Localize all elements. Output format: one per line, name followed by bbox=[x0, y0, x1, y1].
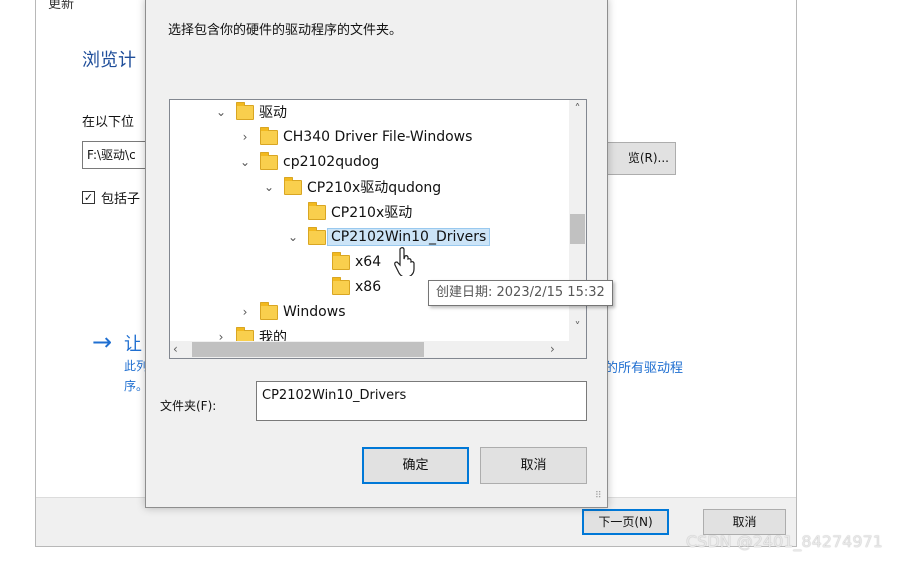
date-created-tooltip: 创建日期: 2023/2/15 15:32 bbox=[428, 280, 613, 306]
browse-folder-dialog: 选择包含你的硬件的驱动程序的文件夹。 ⌄ 驱动 › CH340 Driver F… bbox=[145, 0, 608, 508]
scroll-corner bbox=[569, 341, 586, 358]
chevron-right-icon[interactable]: › bbox=[238, 305, 252, 319]
folder-icon bbox=[260, 151, 278, 170]
chevron-down-icon[interactable]: ⌄ bbox=[286, 230, 300, 244]
tree-item[interactable]: ⌄ CP210x驱动qudong bbox=[262, 175, 441, 199]
tree-item-label: x64 bbox=[355, 254, 382, 270]
folder-label: 文件夹(F): bbox=[160, 399, 217, 413]
horizontal-scroll-thumb[interactable] bbox=[192, 342, 424, 357]
hand-cursor-icon bbox=[394, 247, 415, 276]
folder-input[interactable]: CP2102Win10_Drivers bbox=[256, 381, 587, 421]
folder-icon bbox=[260, 301, 278, 320]
tree-item[interactable]: x86 bbox=[310, 275, 381, 299]
vertical-scroll-thumb[interactable] bbox=[570, 214, 585, 244]
chevron-down-icon[interactable]: ⌄ bbox=[214, 105, 228, 119]
tree-item[interactable]: ⌄ 驱动 bbox=[214, 100, 287, 124]
include-subfolders-checkbox[interactable]: ✓ bbox=[82, 191, 95, 204]
pick-driver-link[interactable]: 让 bbox=[124, 330, 142, 356]
folder-tree[interactable]: ⌄ 驱动 › CH340 Driver File-Windows ⌄ cp210… bbox=[169, 99, 587, 359]
folder-icon bbox=[332, 251, 350, 270]
browse-button[interactable]: 览(R)... bbox=[602, 142, 676, 175]
tree-item-label: x86 bbox=[355, 279, 382, 295]
tree-item[interactable]: › Windows bbox=[238, 300, 346, 324]
search-location-label: 在以下位 bbox=[82, 115, 135, 130]
horizontal-scrollbar[interactable]: ‹ › bbox=[170, 341, 570, 358]
page-heading: 浏览计 bbox=[82, 50, 136, 71]
window-title-fragment: 更新 bbox=[48, 0, 75, 12]
tree-item-label: cp2102qudog bbox=[283, 154, 380, 170]
chevron-down-icon[interactable]: ⌄ bbox=[262, 180, 276, 194]
pick-driver-description-right: 的所有驱动程 bbox=[605, 361, 684, 376]
tree-item[interactable]: ⌄ cp2102qudog bbox=[238, 150, 379, 174]
dialog-instruction: 选择包含你的硬件的驱动程序的文件夹。 bbox=[168, 23, 403, 38]
tree-item-label: CP2102Win10_Drivers bbox=[327, 228, 491, 246]
folder-icon bbox=[308, 201, 326, 220]
folder-icon bbox=[236, 101, 254, 120]
folder-icon bbox=[260, 126, 278, 145]
folder-icon bbox=[284, 176, 302, 195]
scroll-right-icon[interactable]: › bbox=[550, 342, 555, 356]
tree-item[interactable]: CP210x驱动 bbox=[286, 200, 412, 224]
arrow-right-icon: → bbox=[92, 328, 113, 356]
watermark: CSDN @2401_84274971 bbox=[686, 532, 883, 551]
tree-item-label: CP210x驱动 bbox=[331, 205, 413, 221]
next-button[interactable]: 下一页(N) bbox=[582, 509, 669, 535]
tree-item[interactable]: x64 bbox=[310, 250, 381, 274]
tree-item-label: CH340 Driver File-Windows bbox=[283, 129, 473, 145]
scroll-up-icon[interactable]: ˄ bbox=[569, 102, 586, 116]
driver-path-input[interactable]: F:\驱动\c bbox=[82, 141, 152, 169]
tree-item-label: Windows bbox=[283, 304, 346, 320]
tree-item-selected[interactable]: ⌄ CP2102Win10_Drivers bbox=[286, 225, 491, 249]
tree-item[interactable]: › CH340 Driver File-Windows bbox=[238, 125, 472, 149]
tree-item-label: CP210x驱动qudong bbox=[307, 180, 442, 196]
chevron-down-icon[interactable]: ⌄ bbox=[238, 155, 252, 169]
include-subfolders-label: 包括子 bbox=[101, 192, 141, 207]
scroll-left-icon[interactable]: ‹ bbox=[173, 342, 178, 356]
scroll-down-icon[interactable]: ˅ bbox=[569, 320, 586, 334]
dialog-cancel-button[interactable]: 取消 bbox=[480, 447, 587, 484]
folder-icon bbox=[308, 226, 326, 245]
folder-icon bbox=[332, 276, 350, 295]
resize-grip-icon[interactable]: ⠿ bbox=[595, 491, 602, 501]
tree-item-label: 驱动 bbox=[259, 105, 287, 121]
ok-button[interactable]: 确定 bbox=[362, 447, 469, 484]
chevron-right-icon[interactable]: › bbox=[238, 130, 252, 144]
